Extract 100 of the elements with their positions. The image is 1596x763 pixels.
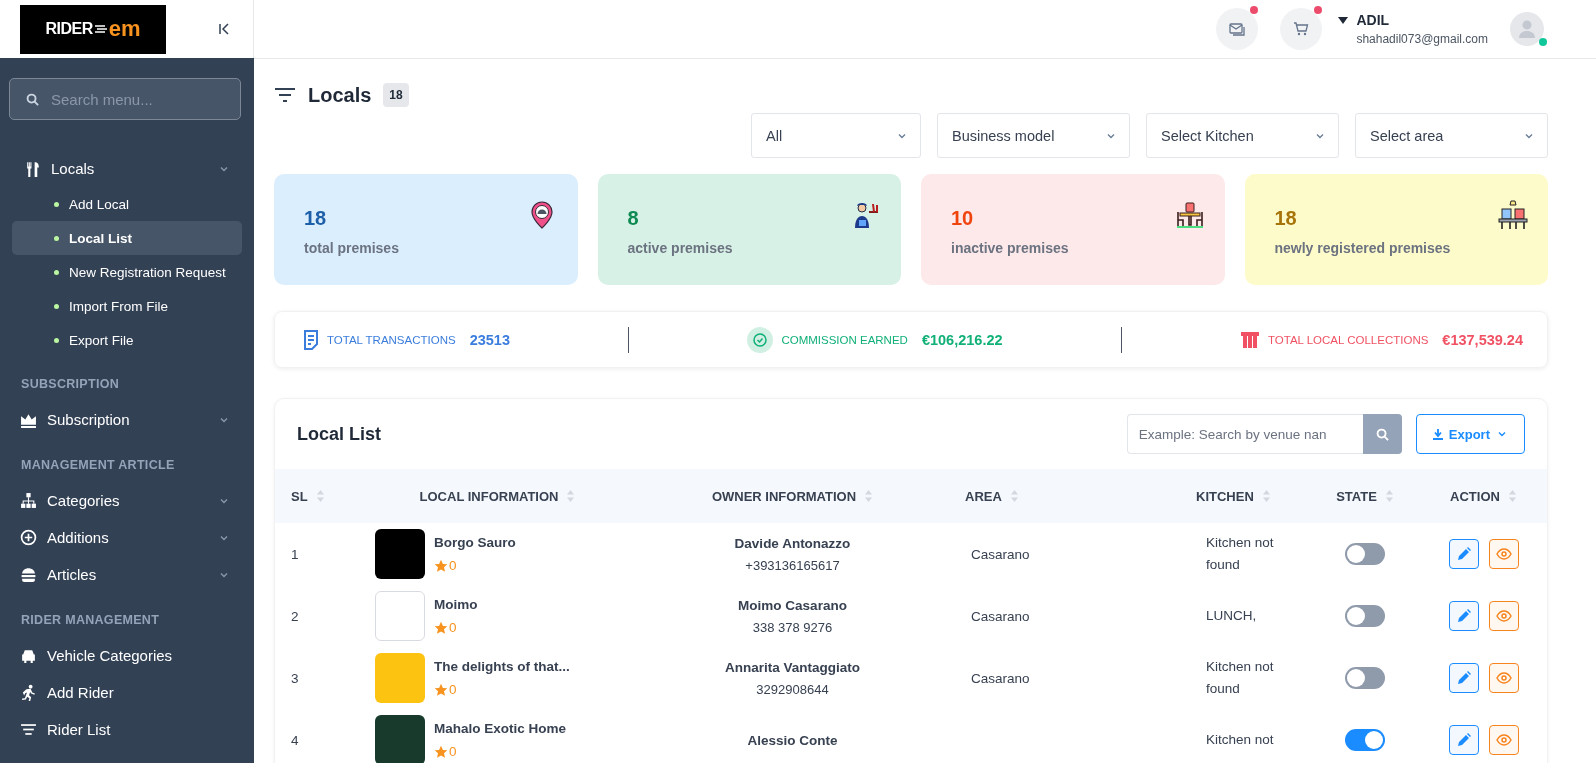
kitchen-cell-text: Kitchen not found [1205, 658, 1275, 698]
collapse-sidebar-icon[interactable] [217, 22, 231, 36]
state-toggle[interactable] [1345, 605, 1385, 627]
sort-icon [864, 489, 874, 503]
venue-search-field[interactable]: Example: Search by venue nan [1126, 414, 1363, 454]
summary-value: €137,539.24 [1442, 331, 1523, 348]
row-number: 2 [290, 608, 300, 624]
rating-value: 0 [449, 744, 457, 759]
owner-name: Alessio Conte [747, 732, 838, 748]
caret-down-icon [1338, 16, 1349, 24]
filter-dropdown[interactable]: Business model [937, 113, 1130, 158]
pencil-icon [1456, 609, 1471, 623]
venue-name: Moimo [434, 597, 478, 612]
star-icon [434, 558, 448, 573]
summary-label: TOTAL LOCAL COLLECTIONS [1267, 333, 1429, 346]
kitchen-cell-text: Kitchen not found [1205, 534, 1275, 574]
summary-value: €106,216.22 [921, 331, 1003, 348]
sidebar-item[interactable]: Categories [12, 482, 242, 519]
cart-button[interactable] [1280, 8, 1323, 50]
stat-label: total premises [304, 240, 399, 256]
view-button[interactable] [1488, 601, 1519, 631]
sidebar-item[interactable]: Add Rider [12, 674, 242, 711]
eye-icon [1495, 610, 1512, 622]
stat-value: 10 [951, 207, 975, 230]
view-button[interactable] [1488, 539, 1519, 569]
sidebar-subitem[interactable]: Import From File [12, 289, 242, 323]
messages-button[interactable] [1216, 8, 1259, 50]
stat-value: 18 [1274, 207, 1298, 230]
sort-icon [1009, 489, 1019, 503]
sidebar-item[interactable]: Rider List [12, 711, 242, 748]
sidebar-subitem[interactable]: Local List [12, 221, 242, 255]
state-toggle[interactable] [1345, 729, 1385, 751]
area-cell-text: Casarano [970, 608, 1031, 624]
count-badge: 18 [383, 83, 409, 107]
page-title: Locals [308, 83, 372, 107]
sidebar-subitem[interactable]: Export File [12, 323, 242, 357]
owner-name: Moimo Casarano [738, 597, 847, 613]
sidebar-subitem[interactable]: New Registration Request [12, 255, 242, 289]
cart-icon [1293, 21, 1310, 37]
owner-name: Davide Antonazzo [734, 535, 851, 551]
search-icon [26, 92, 39, 106]
column-header[interactable]: KITCHEN [1196, 488, 1254, 504]
user-email: shahadil073@gmail.com [1356, 32, 1488, 46]
state-toggle[interactable] [1345, 543, 1385, 565]
view-button[interactable] [1488, 663, 1519, 693]
owner-name: Annarita Vantaggiato [725, 659, 860, 675]
sidebar-item[interactable]: Locals [12, 150, 242, 187]
sort-icon [1261, 489, 1271, 503]
state-toggle[interactable] [1345, 667, 1385, 689]
rating-value: 0 [449, 620, 457, 635]
sidebar-item[interactable]: Articles [12, 556, 242, 593]
dining-table-icon [1174, 200, 1205, 230]
star-icon [434, 744, 448, 759]
hierarchy-icon [20, 492, 37, 509]
edit-button[interactable] [1448, 663, 1479, 693]
search-menu-box[interactable]: Search menu... [9, 78, 241, 120]
document-icon [303, 329, 319, 350]
eye-icon [1495, 548, 1512, 560]
sidebar-section-heading: MANAGEMENT ARTICLE [20, 457, 176, 474]
pencil-icon [1456, 547, 1471, 561]
venue-logo [375, 529, 425, 579]
column-header[interactable]: SL [291, 488, 308, 504]
row-number: 3 [290, 670, 300, 686]
stat-value: 18 [304, 207, 328, 230]
filter-dropdown[interactable]: Select Kitchen [1146, 113, 1339, 158]
venue-name: Mahalo Exotic Home [434, 721, 567, 736]
star-icon [434, 620, 448, 635]
search-menu-field[interactable]: Search menu... [49, 79, 224, 119]
crown-icon [20, 411, 37, 428]
column-header[interactable]: ACTION [1450, 488, 1500, 504]
edit-button[interactable] [1448, 725, 1479, 755]
column-header[interactable]: AREA [965, 488, 1002, 504]
avatar[interactable] [1510, 12, 1544, 46]
plus-circle-icon [20, 529, 37, 546]
sidebar-subitem[interactable]: Add Local [12, 187, 242, 221]
kitchen-cell-text: LUNCH, [1205, 607, 1258, 625]
column-header[interactable]: STATE [1336, 488, 1377, 504]
filter-dropdown[interactable]: Select area [1355, 113, 1548, 158]
row-number: 1 [290, 546, 300, 562]
edit-button[interactable] [1448, 539, 1479, 569]
speed-lines-icon [94, 24, 107, 34]
search-button[interactable] [1362, 414, 1402, 454]
view-button[interactable] [1488, 725, 1519, 755]
owner-phone: +393136165617 [745, 557, 840, 573]
column-header[interactable]: LOCAL INFORMATION [419, 488, 559, 504]
sidebar-item[interactable]: Additions [12, 519, 242, 556]
venue-logo [375, 653, 425, 703]
edit-button[interactable] [1448, 601, 1479, 631]
pencil-icon [1456, 733, 1471, 747]
column-header[interactable]: OWNER INFORMATION [711, 488, 857, 504]
sidebar-section-heading: SUBSCRIPTION [20, 376, 121, 393]
summary-value: 23513 [469, 331, 510, 348]
area-cell-text: Casarano [970, 670, 1031, 686]
user-name: ADIL [1356, 12, 1390, 28]
filter-dropdown[interactable]: All [751, 113, 921, 158]
sort-icon [1507, 489, 1517, 503]
sidebar-item[interactable]: Subscription [12, 401, 242, 438]
sidebar-item[interactable]: Vehicle Categories [12, 637, 242, 674]
running-person-icon [20, 684, 37, 701]
stat-label: active premises [627, 240, 733, 256]
